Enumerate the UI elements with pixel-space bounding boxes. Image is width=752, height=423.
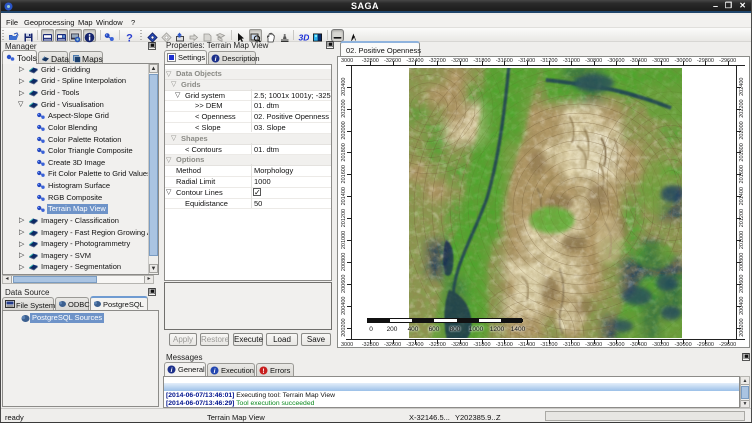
svg-text:201800: 201800 [341, 143, 347, 161]
svg-text:202200: 202200 [341, 99, 347, 117]
svg-text:200800: 200800 [739, 253, 745, 271]
svg-text:202200: 202200 [739, 99, 745, 117]
svg-text:202000: 202000 [739, 121, 745, 139]
svg-text:202400: 202400 [739, 78, 745, 96]
svg-text:201600: 201600 [341, 165, 347, 183]
svg-text:201000: 201000 [341, 231, 347, 249]
svg-text:201000: 201000 [739, 231, 745, 249]
svg-text:201400: 201400 [341, 187, 347, 205]
svg-text:200600: 200600 [739, 275, 745, 293]
svg-text:200400: 200400 [341, 297, 347, 315]
svg-text:200800: 200800 [341, 253, 347, 271]
svg-text:202400: 202400 [341, 78, 347, 96]
svg-text:201800: 201800 [739, 143, 745, 161]
svg-text:201400: 201400 [739, 187, 745, 205]
svg-text:i: i [215, 56, 217, 63]
svg-text:201600: 201600 [739, 165, 745, 183]
svg-text:i: i [214, 368, 216, 375]
svg-text:200400: 200400 [739, 297, 745, 315]
svg-text:!: ! [262, 368, 264, 375]
svg-text:202000: 202000 [341, 121, 347, 139]
svg-text:i: i [171, 367, 173, 374]
svg-text:200200: 200200 [739, 318, 745, 336]
svg-text:200600: 200600 [341, 275, 347, 293]
svg-text:201200: 201200 [739, 209, 745, 227]
svg-text:200200: 200200 [341, 318, 347, 336]
svg-text:201200: 201200 [341, 209, 347, 227]
